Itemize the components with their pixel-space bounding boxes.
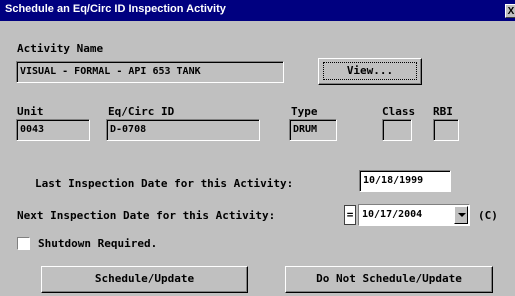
unit-field: 0043 — [16, 119, 90, 141]
last-inspection-label: Last Inspection Date for this Activity: — [35, 177, 294, 190]
activity-name-field: VISUAL - FORMAL - API 653 TANK — [16, 61, 284, 83]
title-bar: Schedule an Eq/Circ ID Inspection Activi… — [0, 0, 515, 21]
operator-select[interactable]: = — [344, 205, 356, 225]
eqcirc-label: Eq/Circ ID — [108, 105, 175, 118]
activity-name-value: VISUAL - FORMAL - API 653 TANK — [20, 66, 201, 77]
rbi-field — [433, 119, 459, 141]
do-not-schedule-label: Do Not Schedule/Update — [316, 272, 462, 285]
dropdown-arrow-icon[interactable] — [454, 206, 468, 224]
next-inspection-date-dropdown[interactable]: 10/17/2004 — [358, 204, 470, 226]
type-value: DRUM — [293, 124, 318, 135]
do-not-schedule-button[interactable]: Do Not Schedule/Update — [285, 266, 493, 293]
class-field — [382, 119, 412, 141]
class-label: Class — [382, 105, 416, 118]
type-label: Type — [291, 105, 318, 118]
focus-indicator — [323, 62, 417, 80]
eqcirc-value: D-0708 — [110, 124, 147, 135]
shutdown-label: Shutdown Required. — [38, 237, 158, 250]
activity-name-label: Activity Name — [17, 42, 104, 55]
unit-label: Unit — [17, 105, 44, 118]
last-inspection-value: 10/18/1999 — [363, 175, 424, 186]
rbi-label: RBI — [433, 105, 453, 118]
type-field: DRUM — [289, 119, 337, 141]
unit-value: 0043 — [20, 124, 45, 135]
next-inspection-label: Next Inspection Date for this Activity: — [17, 209, 276, 222]
next-inspection-value: 10/17/2004 — [362, 209, 423, 220]
shutdown-checkbox[interactable] — [17, 237, 30, 250]
window-title: Schedule an Eq/Circ ID Inspection Activi… — [5, 3, 226, 15]
view-button[interactable]: View... — [318, 58, 422, 85]
schedule-update-button[interactable]: Schedule/Update — [41, 266, 248, 293]
close-button[interactable]: X — [505, 4, 515, 18]
last-inspection-field: 10/18/1999 — [359, 170, 451, 192]
eqcirc-field: D-0708 — [106, 119, 260, 141]
next-inspection-suffix: (C) — [478, 209, 498, 222]
schedule-update-label: Schedule/Update — [94, 272, 195, 285]
